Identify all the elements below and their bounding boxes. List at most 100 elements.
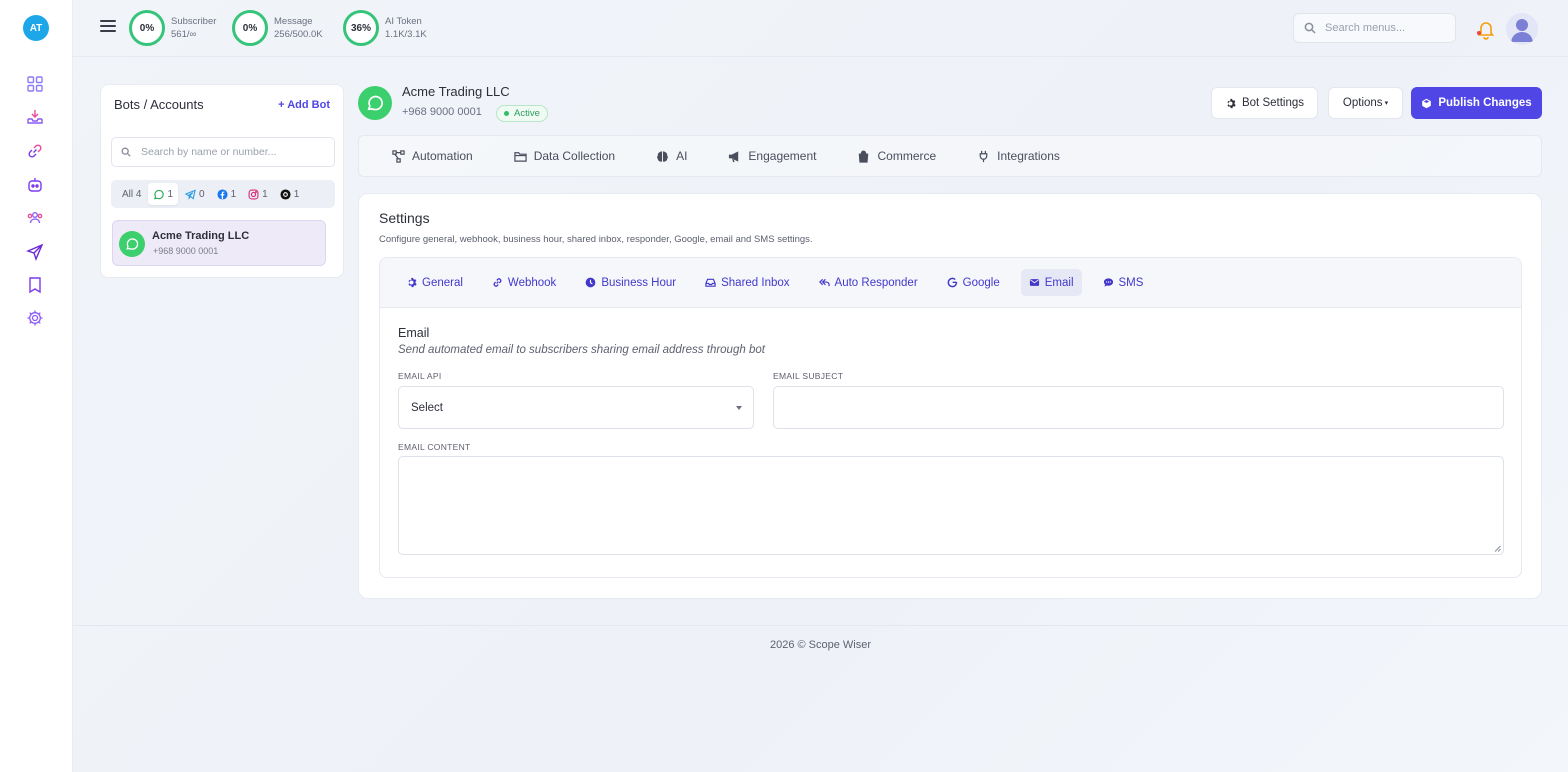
tab-email[interactable]: Email	[1020, 269, 1082, 296]
bots-accounts-panel: Bots / Accounts + Add Bot Search by name…	[100, 84, 344, 278]
email-section-title: Email	[398, 326, 430, 340]
message-stat-value: 256/500.0K	[274, 29, 323, 40]
bot-search-placeholder: Search by name or number...	[141, 146, 277, 158]
instagram-icon	[248, 189, 259, 199]
bot-search-input[interactable]: Search by name or number...	[111, 137, 335, 167]
footer-copyright: 2026 © Scope Wiser	[769, 639, 872, 651]
tab-ai[interactable]: AI	[656, 149, 687, 163]
ai-token-percent-ring: 36%	[343, 10, 379, 46]
tab-engagement[interactable]: Engagement	[728, 149, 816, 163]
tab-commerce-label: Commerce	[877, 149, 937, 163]
filter-instagram-count: 1	[262, 188, 268, 200]
filter-whatsapp[interactable]: 1	[148, 183, 179, 205]
filter-telegram-count: 0	[199, 188, 205, 200]
bot-list-item[interactable]: Acme Trading LLC +968 9000 0001	[112, 220, 326, 266]
folder-icon	[514, 151, 527, 162]
ai-token-stat-value: 1.1K/3.1K	[385, 29, 427, 40]
message-stat: 0% Message 256/500.0K	[232, 10, 323, 46]
link-chain-icon[interactable]	[25, 141, 45, 161]
email-content-textarea[interactable]	[398, 456, 1504, 555]
bot-settings-button[interactable]: Bot Settings	[1211, 87, 1318, 119]
telegram-icon	[185, 188, 196, 200]
settings-panel: General Webhook Business Hour Shared Inb…	[379, 257, 1522, 578]
gear-icon[interactable]	[25, 308, 45, 328]
message-percent-ring: 0%	[232, 10, 268, 46]
bot-settings-label: Bot Settings	[1241, 97, 1304, 109]
tab-data-collection-label: Data Collection	[533, 149, 616, 163]
email-api-select[interactable]: Select	[398, 386, 754, 429]
caret-down-icon	[736, 406, 742, 410]
bots-panel-title: Bots / Accounts	[114, 97, 204, 112]
tab-general[interactable]: General	[398, 269, 471, 296]
clock-icon	[585, 277, 596, 288]
footer-divider	[73, 625, 1568, 626]
tab-shared-inbox[interactable]: Shared Inbox	[697, 269, 797, 296]
filter-telegram[interactable]: 0	[180, 183, 210, 205]
bot-item-name: Acme Trading LLC	[152, 230, 250, 242]
tab-google[interactable]: Google	[939, 269, 1008, 296]
cube-icon	[1422, 98, 1432, 108]
chat-bubble-icon	[1103, 278, 1113, 287]
subscriber-stat-value: 561/∞	[171, 29, 197, 40]
status-badge: Active	[496, 105, 548, 122]
tab-webhook[interactable]: Webhook	[484, 269, 564, 296]
tab-automation[interactable]: Automation	[392, 149, 473, 163]
shopping-bag-icon	[859, 150, 869, 163]
email-api-value: Select	[411, 401, 443, 414]
tab-ai-label: AI	[676, 149, 688, 163]
tab-integrations-label: Integrations	[997, 149, 1060, 163]
resize-handle-icon[interactable]	[1494, 545, 1501, 552]
google-icon	[947, 277, 957, 288]
message-stat-label: Message	[274, 16, 313, 27]
bot-icon[interactable]	[25, 175, 45, 195]
bookmark-icon[interactable]	[25, 275, 45, 295]
filter-threads[interactable]: 1	[275, 183, 305, 205]
settings-description: Configure general, webhook, business hou…	[379, 234, 813, 245]
megaphone-icon	[729, 150, 739, 162]
ai-token-stat-label: AI Token	[385, 16, 422, 27]
account-number: +968 9000 0001	[402, 106, 482, 118]
publish-changes-label: Publish Changes	[1438, 97, 1532, 109]
menu-search-input[interactable]: Search menus...	[1293, 13, 1456, 43]
filter-all[interactable]: All 4	[117, 183, 146, 205]
tab-auto-responder[interactable]: Auto Responder	[811, 269, 926, 296]
menu-toggle-icon[interactable]	[100, 20, 116, 34]
search-icon	[121, 147, 131, 157]
status-badge-label: Active	[514, 108, 540, 119]
filter-instagram[interactable]: 1	[243, 183, 273, 205]
brain-icon	[657, 150, 668, 162]
tab-commerce[interactable]: Commerce	[857, 149, 936, 163]
threads-icon	[280, 188, 291, 200]
email-section-description: Send automated email to subscribers shar…	[398, 344, 765, 356]
tab-data-collection[interactable]: Data Collection	[514, 149, 615, 163]
tab-auto-responder-label: Auto Responder	[834, 276, 918, 289]
inbox-download-icon[interactable]	[25, 107, 45, 127]
facebook-icon	[217, 188, 228, 200]
tab-business-hour[interactable]: Business Hour	[577, 269, 684, 296]
dashboard-grid-icon[interactable]	[25, 74, 45, 94]
envelope-icon	[1029, 279, 1039, 286]
add-bot-button[interactable]: + Add Bot	[278, 99, 330, 111]
channel-filter-bar: All 4 1 0 1 1 1	[111, 180, 335, 208]
chevron-down-icon: ▾	[1384, 100, 1389, 107]
notification-bell-icon[interactable]	[1475, 18, 1497, 40]
whatsapp-icon	[119, 231, 145, 257]
publish-changes-button[interactable]: Publish Changes	[1411, 87, 1542, 119]
email-content-label: EMAIL CONTENT	[398, 442, 471, 452]
side-rail: AT	[0, 0, 73, 772]
filter-facebook-count: 1	[230, 188, 237, 200]
tab-business-hour-label: Business Hour	[601, 276, 677, 289]
email-api-label: EMAIL API	[398, 371, 442, 381]
tab-integrations[interactable]: Integrations	[977, 149, 1060, 163]
users-group-icon[interactable]	[25, 208, 45, 228]
options-dropdown[interactable]: Options ▾	[1328, 87, 1403, 119]
app-logo[interactable]: AT	[23, 15, 49, 41]
tab-sms[interactable]: SMS	[1095, 269, 1152, 296]
email-subject-input[interactable]	[773, 386, 1504, 429]
send-icon[interactable]	[25, 242, 45, 262]
filter-facebook[interactable]: 1	[212, 183, 242, 205]
tab-google-label: Google	[962, 276, 1000, 289]
filter-whatsapp-count: 1	[167, 188, 174, 200]
tab-automation-label: Automation	[412, 149, 473, 163]
user-avatar[interactable]	[1506, 13, 1538, 45]
